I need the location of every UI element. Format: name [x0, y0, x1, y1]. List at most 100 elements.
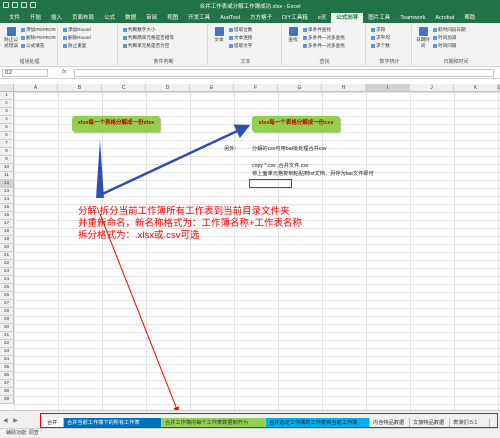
formula-input[interactable] [74, 69, 494, 77]
row-header-14[interactable]: 14 [0, 196, 14, 204]
row-header-29[interactable]: 29 [0, 316, 14, 324]
split-to-csv-button[interactable]: xlsx每一个表格分解成一份csv [252, 116, 340, 132]
row-header-39[interactable]: 39 [0, 396, 14, 404]
row-header-15[interactable]: 15 [0, 204, 14, 212]
row-header-8[interactable]: 8 [0, 148, 14, 156]
column-header-B[interactable]: B [58, 84, 102, 92]
sum-button[interactable]: 求和 [371, 27, 385, 33]
column-header-I[interactable]: I [366, 84, 410, 92]
date-range-button[interactable]: 取时间段日期 [433, 27, 466, 33]
menu-tab-15[interactable]: Teamwork [395, 13, 430, 23]
menu-tab-0[interactable]: 文件 [4, 13, 25, 23]
text-button[interactable]: 文本 [211, 27, 227, 43]
row-header-18[interactable]: 18 [0, 228, 14, 236]
menu-tab-6[interactable]: 审阅 [141, 13, 162, 23]
row-header-4[interactable]: 4 [0, 116, 14, 124]
menu-tab-9[interactable]: AudTool [215, 13, 245, 23]
row-header-11[interactable]: 11 [0, 172, 14, 180]
row-header-12[interactable]: 12 [0, 180, 14, 188]
formula-fill-button[interactable]: 公式填充 [21, 43, 44, 49]
menu-tab-8[interactable]: 开发工具 [183, 13, 215, 23]
menu-tab-11[interactable]: DIY工具箱 [277, 13, 313, 23]
cell-grid[interactable] [14, 92, 500, 410]
row-header-26[interactable]: 26 [0, 292, 14, 300]
row-header-35[interactable]: 35 [0, 364, 14, 372]
split-to-xlsx-button[interactable]: xlsx每一个表格分解成一份xlsx [72, 116, 160, 132]
extract-text-button[interactable]: 提取文字 [229, 43, 252, 49]
menu-tab-14[interactable]: 图片工具 [363, 13, 395, 23]
row-header-22[interactable]: 22 [0, 260, 14, 268]
check-empty-button[interactable]: 判断单元格是否为空 [123, 43, 169, 49]
menu-tab-16[interactable]: Acrobat [430, 13, 459, 23]
row-header-1[interactable]: 1 [0, 92, 14, 100]
fx-icon[interactable]: fx [62, 69, 66, 75]
multi-lookup-button-2[interactable]: 多条件一对多查找 [303, 43, 345, 49]
row-header-19[interactable]: 19 [0, 236, 14, 244]
row-header-23[interactable]: 23 [0, 268, 14, 276]
menu-tab-2[interactable]: 插入 [46, 13, 67, 23]
name-box[interactable]: I12 [2, 69, 48, 77]
row-header-21[interactable]: 21 [0, 252, 14, 260]
row-header-32[interactable]: 32 [0, 340, 14, 348]
column-header-D[interactable]: D [146, 84, 190, 92]
row-header-10[interactable]: 10 [0, 164, 14, 172]
menu-tab-7[interactable]: 视图 [162, 13, 183, 23]
row-header-28[interactable]: 28 [0, 308, 14, 316]
row-header-7[interactable]: 7 [0, 140, 14, 148]
selected-cell[interactable] [249, 179, 292, 188]
select-all-corner[interactable] [0, 84, 14, 92]
menu-tab-13[interactable]: 公式向导 [331, 13, 364, 23]
menu-tab-17[interactable]: 帮助 [459, 13, 480, 23]
row-header-17[interactable]: 17 [0, 220, 14, 228]
row-header-33[interactable]: 33 [0, 348, 14, 356]
row-header-2[interactable]: 2 [0, 100, 14, 108]
extract-digits-button[interactable]: 提取位数 [229, 27, 252, 33]
column-header-F[interactable]: F [234, 84, 278, 92]
row-header-34[interactable]: 34 [0, 356, 14, 364]
row-header-38[interactable]: 38 [0, 388, 14, 396]
menu-tab-3[interactable]: 页面布局 [67, 13, 99, 23]
column-header-K[interactable]: K [454, 84, 498, 92]
compare-cells-button[interactable]: 判断两单元格是否相等 [123, 35, 174, 41]
row-header-6[interactable]: 6 [0, 132, 14, 140]
row-header-37[interactable]: 37 [0, 380, 14, 388]
row-header-25[interactable]: 25 [0, 284, 14, 292]
lookup-button[interactable]: 查找 [285, 27, 301, 43]
average-button[interactable]: 求平均 [371, 35, 390, 41]
column-header-A[interactable]: A [14, 84, 58, 92]
prevent-duplicate-button[interactable]: 防止重复 [63, 43, 86, 49]
prevent-error-button[interactable]: 防止公式错误 [3, 27, 19, 48]
datetime-button[interactable]: 日期时间 [415, 27, 431, 48]
row-header-5[interactable]: 5 [0, 124, 14, 132]
remove-round-button[interactable]: 删除Round [63, 35, 91, 41]
add-round-button[interactable]: 添加Round [63, 27, 91, 33]
row-header-31[interactable]: 31 [0, 332, 14, 340]
remove-iferror-button[interactable]: 删除IFERROR [21, 35, 56, 41]
column-header-J[interactable]: J [410, 84, 454, 92]
menu-tab-5[interactable]: 数据 [120, 13, 141, 23]
row-header-13[interactable]: 13 [0, 188, 14, 196]
compare-number-button[interactable]: 判断数字大小 [123, 27, 156, 33]
row-header-20[interactable]: 20 [0, 244, 14, 252]
menu-tab-12[interactable]: e灵 [313, 13, 332, 23]
menu-tab-10[interactable]: 方方格子 [245, 13, 277, 23]
multi-lookup-button[interactable]: 多条件一对多查找 [303, 35, 345, 41]
menu-tab-1[interactable]: 开始 [25, 13, 46, 23]
column-header-E[interactable]: E [190, 84, 234, 92]
time-add-button[interactable]: 时间加减 [433, 35, 456, 41]
row-header-9[interactable]: 9 [0, 156, 14, 164]
text-join-button[interactable]: 文本连接 [229, 35, 252, 41]
column-header-C[interactable]: C [102, 84, 146, 92]
menu-tab-4[interactable]: 公式 [99, 13, 120, 23]
count-button[interactable]: 求个数 [371, 43, 390, 49]
time-interval-button[interactable]: 时间间隔 [433, 43, 456, 49]
row-header-27[interactable]: 27 [0, 300, 14, 308]
single-lookup-button[interactable]: 单条件查找 [303, 27, 331, 33]
add-iferror-button[interactable]: 添加IFERROR [21, 27, 56, 33]
column-header-G[interactable]: G [278, 84, 322, 92]
row-header-36[interactable]: 36 [0, 372, 14, 380]
row-header-16[interactable]: 16 [0, 212, 14, 220]
row-header-30[interactable]: 30 [0, 324, 14, 332]
column-header-H[interactable]: H [322, 84, 366, 92]
row-header-24[interactable]: 24 [0, 276, 14, 284]
